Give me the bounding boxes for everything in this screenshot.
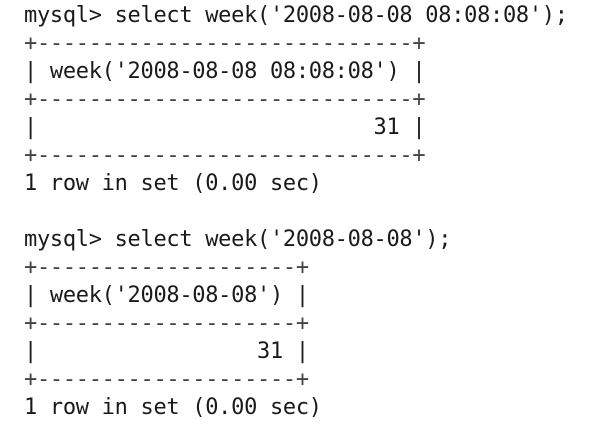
query-block-2: mysql> select week('2008-08-08'); +-----…: [24, 226, 608, 422]
table-border-bottom: +--------------------+: [24, 367, 309, 392]
status-line: 1 row in set (0.00 sec): [24, 395, 322, 420]
status-line: 1 row in set (0.00 sec): [24, 171, 322, 196]
command-line: mysql> select week('2008-08-08');: [24, 227, 452, 252]
table-border-middle: +-----------------------------+: [24, 87, 426, 112]
table-border-top: +--------------------+: [24, 255, 309, 280]
table-header: | week('2008-08-08') |: [24, 283, 309, 308]
table-border-bottom: +-----------------------------+: [24, 143, 426, 168]
table-row: | 31 |: [24, 115, 426, 140]
terminal-window[interactable]: mysql> select week('2008-08-08 08:08:08'…: [0, 0, 608, 434]
table-border-middle: +--------------------+: [24, 311, 309, 336]
table-border-top: +-----------------------------+: [24, 31, 426, 56]
table-row: | 31 |: [24, 339, 309, 364]
table-header: | week('2008-08-08 08:08:08') |: [24, 59, 426, 84]
query-block-1: mysql> select week('2008-08-08 08:08:08'…: [24, 2, 608, 198]
command-line: mysql> select week('2008-08-08 08:08:08'…: [24, 3, 568, 28]
